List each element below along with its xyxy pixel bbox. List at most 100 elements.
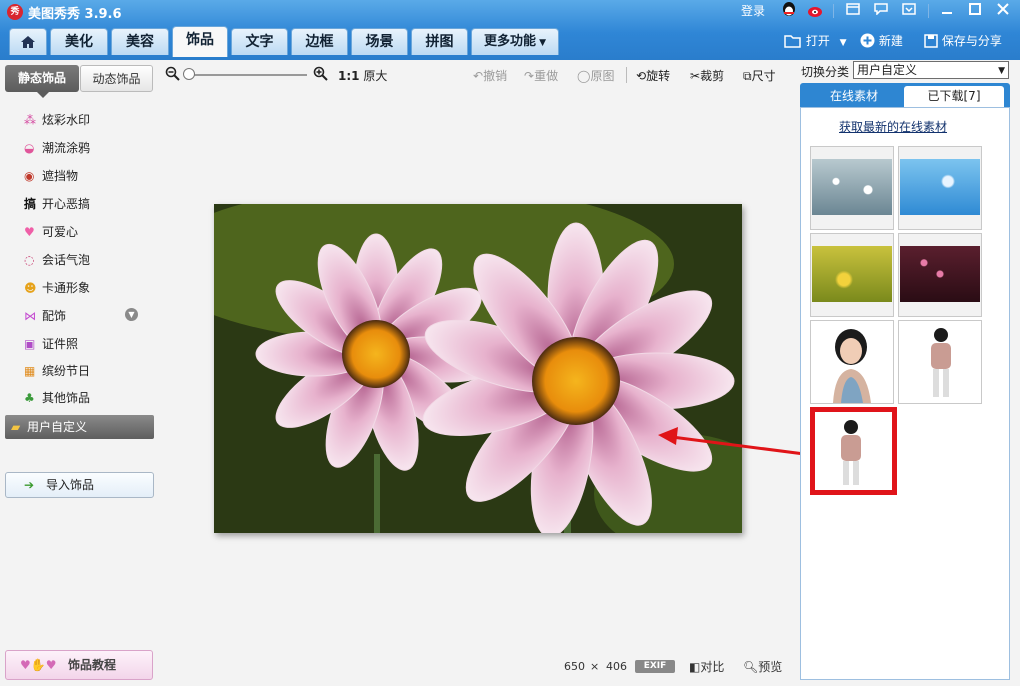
menu-icon[interactable]	[900, 3, 918, 19]
tab-accessories[interactable]: 饰品	[172, 26, 228, 57]
sidebar-item-speech-bubble[interactable]: ◌ 会话气泡	[24, 249, 90, 271]
tab-beautify[interactable]: 美化	[50, 28, 108, 55]
photo-canvas[interactable]	[214, 204, 742, 533]
accessory-tutorial-button[interactable]: ♥✋♥ 饰品教程	[5, 650, 153, 680]
feedback-icon[interactable]	[872, 3, 890, 19]
prank-icon: 搞	[24, 197, 37, 211]
material-thumbnail[interactable]	[898, 233, 982, 317]
tab-downloaded[interactable]: 已下载[7]	[904, 86, 1004, 107]
resize-button[interactable]: ⧉尺寸	[743, 67, 776, 84]
new-button[interactable]: 新建	[860, 32, 903, 49]
original-icon: ◯	[577, 69, 591, 83]
category-value: 用户自定义	[857, 63, 918, 77]
image-height: 406	[606, 660, 627, 673]
sidebar-item-cute-heart[interactable]: ♥ 可爱心	[24, 221, 78, 243]
app-title: 美图秀秀 3.9.6	[28, 7, 122, 22]
sidebar-item-user-custom[interactable]: ▰ 用户自定义	[5, 415, 154, 439]
sidebar-item-accessories[interactable]: ⋈ 配饰	[24, 305, 66, 327]
material-thumbnail[interactable]	[810, 146, 894, 230]
selected-thumbnail-highlight[interactable]	[810, 407, 897, 495]
tab-online-materials[interactable]: 在线素材	[804, 86, 904, 107]
close-icon[interactable]	[994, 3, 1012, 19]
home-icon	[21, 36, 35, 48]
tab-collage[interactable]: 拼图	[411, 28, 468, 55]
sidebar-item-label: 潮流涂鸦	[42, 141, 91, 155]
sidebar-item-trendy-doodle[interactable]: ◒ 潮流涂鸦	[24, 137, 90, 159]
open-dropdown-icon[interactable]: ▼	[840, 38, 847, 48]
material-thumbnail[interactable]	[898, 320, 982, 404]
id-photo-icon: ▣	[24, 337, 36, 351]
sidebar-item-label: 炫彩水印	[42, 113, 91, 127]
folder-open-icon	[784, 35, 801, 48]
sidebar-item-label: 卡通形象	[42, 281, 91, 295]
sidebar-item-cartoon[interactable]: ☻ 卡通形象	[24, 277, 90, 299]
login-link[interactable]: 登录	[741, 2, 765, 19]
zoom-slider[interactable]	[183, 68, 307, 80]
open-button[interactable]: 打开 ▼	[784, 32, 847, 49]
import-accessory-button[interactable]: ➔ 导入饰品	[5, 472, 154, 498]
zoom-in-icon[interactable]	[313, 66, 328, 84]
sidebar-item-festival[interactable]: ▦ 缤纷节日	[24, 360, 90, 382]
tab-frame[interactable]: 边框	[291, 28, 348, 55]
category-label: 切换分类	[801, 65, 850, 79]
mask-icon: ◉	[24, 169, 35, 183]
undo-button[interactable]: ↶撤销	[473, 67, 507, 84]
material-thumbnail[interactable]	[810, 233, 894, 317]
sidebar-item-color-watermark[interactable]: ⁂ 炫彩水印	[24, 109, 90, 131]
rotate-button[interactable]: ⟲旋转	[636, 67, 670, 84]
resize-icon: ⧉	[743, 69, 752, 83]
exif-button[interactable]: EXIF	[635, 660, 675, 673]
tab-home[interactable]	[9, 28, 47, 55]
weibo-icon[interactable]	[807, 2, 825, 21]
zoom-slider-handle[interactable]	[183, 68, 195, 80]
material-thumbnail[interactable]	[810, 320, 894, 404]
ratio-label: 1:1	[338, 69, 360, 83]
lips-icon: ◒	[24, 141, 35, 155]
expand-chevron-icon[interactable]: ▼	[125, 308, 138, 321]
material-thumbnail[interactable]	[898, 146, 982, 230]
sidebar-item-label: 用户自定义	[27, 420, 88, 434]
toolbar-divider	[626, 67, 627, 83]
tab-beauty[interactable]: 美容	[111, 28, 169, 55]
title-divider	[833, 4, 834, 18]
compare-label: 对比	[700, 660, 725, 674]
import-icon: ➔	[24, 478, 35, 492]
get-latest-materials-link[interactable]: 获取最新的在线素材	[839, 118, 947, 135]
material-tabs: 在线素材 已下载[7]	[800, 83, 1010, 107]
skin-icon[interactable]	[844, 3, 862, 19]
redo-button[interactable]: ↷重做	[524, 67, 558, 84]
sidebar-item-mask[interactable]: ◉ 遮挡物	[24, 165, 78, 187]
save-share-button[interactable]: 保存与分享	[924, 32, 1002, 49]
preview-button[interactable]: 🔍︎预览	[743, 658, 782, 675]
new-label: 新建	[878, 34, 903, 48]
maximize-icon[interactable]	[966, 3, 984, 19]
sidebar-item-other[interactable]: ♣ 其他饰品	[24, 387, 90, 409]
original-image-button[interactable]: ◯原图	[577, 67, 614, 84]
compare-button[interactable]: ◧对比	[689, 658, 724, 675]
material-list: 获取最新的在线素材	[800, 107, 1010, 680]
save-icon	[924, 34, 938, 48]
sidebar-item-label: 缤纷节日	[42, 364, 91, 378]
tab-dynamic-accessories[interactable]: 动态饰品	[80, 65, 153, 92]
zoom-out-icon[interactable]	[165, 66, 180, 84]
chevron-down-icon: ▼	[535, 38, 547, 48]
sidebar-item-label: 开心恶搞	[42, 197, 91, 211]
hand-heart-icon: ♥✋♥	[20, 658, 57, 672]
thumbnail-image	[841, 420, 861, 485]
material-panel: 切换分类 用户自定义 ▼ 在线素材 已下载[7] 获取最新的在线素材	[800, 60, 1012, 680]
qq-icon[interactable]	[781, 1, 797, 22]
bow-icon: ⋈	[24, 309, 36, 323]
sidebar-item-prank[interactable]: 搞开心恶搞	[24, 193, 90, 215]
category-select[interactable]: 用户自定义 ▼	[853, 61, 1009, 79]
redo-icon: ↷	[524, 69, 535, 83]
tab-scene[interactable]: 场景	[351, 28, 408, 55]
minimize-icon[interactable]	[938, 3, 956, 19]
folder-icon: ▰	[11, 420, 21, 434]
tab-more-features[interactable]: 更多功能 ▼	[471, 28, 559, 55]
original-size-button[interactable]: 1:1 原大	[338, 67, 387, 84]
crop-button[interactable]: ✂裁剪	[690, 67, 724, 84]
tab-text[interactable]: 文字	[231, 28, 288, 55]
app-window: 秀 美图秀秀 3.9.6 登录 美化 美容 饰品 文字 边框 场景 拼图 更多功…	[0, 0, 1020, 686]
tab-static-accessories[interactable]: 静态饰品	[5, 65, 79, 92]
sidebar-item-id-photo[interactable]: ▣ 证件照	[24, 333, 78, 355]
